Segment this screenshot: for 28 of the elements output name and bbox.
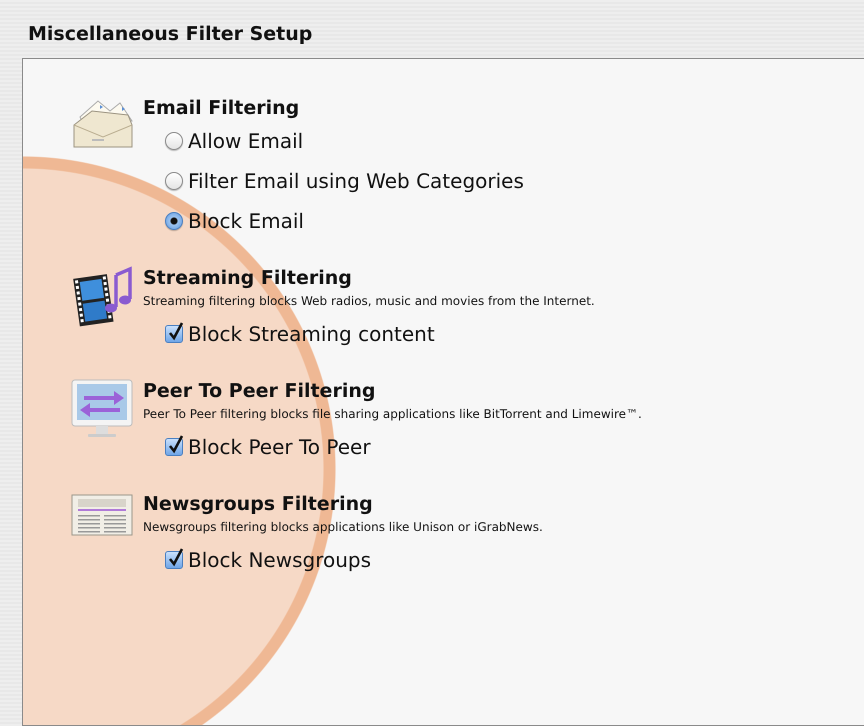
radio-button[interactable]	[165, 212, 183, 230]
section-heading: Newsgroups Filtering	[143, 492, 374, 517]
option-label: Block Streaming content	[188, 321, 435, 348]
checkbox-option[interactable]: Block Streaming content	[165, 314, 864, 354]
option-label: Block Peer To Peer	[188, 434, 371, 461]
radio-button[interactable]	[165, 132, 183, 150]
radio-button[interactable]	[165, 172, 183, 190]
checkbox[interactable]	[165, 551, 183, 569]
radio-option[interactable]: Block Email	[165, 201, 864, 241]
panel-title: Miscellaneous Filter Setup	[28, 22, 314, 47]
option-label: Block Email	[188, 208, 304, 235]
section-description: Streaming filtering blocks Web radios, music and movies from the Internet.	[143, 293, 596, 310]
film-music-icon	[70, 265, 134, 329]
option-label: Block Newsgroups	[188, 547, 371, 574]
checkbox-option[interactable]: Block Peer To Peer	[165, 427, 864, 467]
radio-option[interactable]: Filter Email using Web Categories	[165, 161, 864, 201]
section-heading: Peer To Peer Filtering	[143, 379, 376, 404]
radio-option[interactable]: Allow Email	[165, 121, 864, 161]
checkbox[interactable]	[165, 325, 183, 343]
section-heading: Email Filtering	[143, 96, 300, 121]
section-description: Peer To Peer filtering blocks file sharing applications like BitTorrent and Limewire™.	[143, 406, 643, 423]
checkbox[interactable]	[165, 438, 183, 456]
section-heading: Streaming Filtering	[143, 266, 353, 291]
option-label: Allow Email	[188, 128, 304, 155]
checkbox-option[interactable]: Block Newsgroups	[165, 540, 864, 580]
section-description: Newsgroups filtering blocks applications like Unison or iGrabNews.	[143, 519, 544, 536]
option-label: Filter Email using Web Categories	[188, 168, 524, 195]
monitor-arrows-icon	[70, 378, 134, 440]
